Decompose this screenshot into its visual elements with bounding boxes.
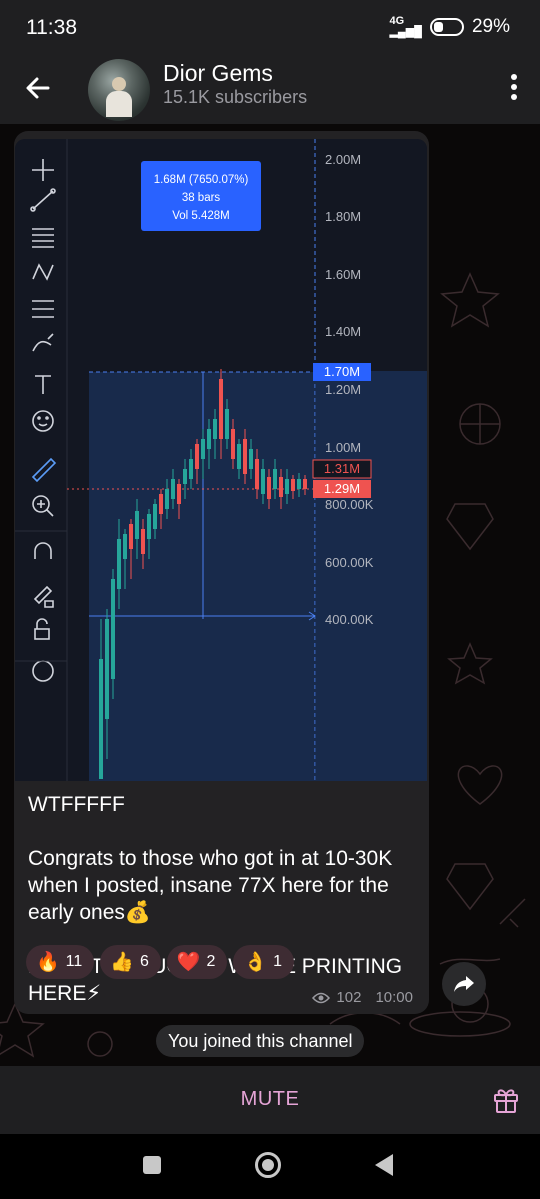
message-bubble[interactable]: 2.00M 1.80M 1.60M 1.40M 1.20M 1.00M 800.00K 600… <box>14 131 429 1014</box>
share-arrow-icon <box>454 976 474 992</box>
candle-body <box>153 504 157 529</box>
candle-body <box>273 469 277 489</box>
status-icons: 4G ▂▄▆█ 29% <box>389 16 510 38</box>
mute-button[interactable]: MUTE <box>0 1088 540 1111</box>
status-bar: 11:38 4G ▂▄▆█ 29% <box>0 0 540 56</box>
candle-body <box>237 444 241 469</box>
candle-body <box>159 494 163 514</box>
price-tick-label: 1.80M <box>325 209 361 224</box>
svg-text:1.29M: 1.29M <box>324 481 360 496</box>
price-tick-label: 1.00M <box>325 440 361 455</box>
price-tick-label: 1.20M <box>325 382 361 397</box>
reaction-count: 2 <box>206 953 216 970</box>
candle-body <box>219 379 223 439</box>
candle-body <box>171 479 175 499</box>
candle-body <box>165 489 169 509</box>
measure-tooltip: 1.68M (7650.07%) 38 bars Vol 5.428M <box>141 161 261 231</box>
heart-icon: ❤️ <box>176 952 201 973</box>
candle-body <box>213 419 217 439</box>
back-arrow-icon[interactable] <box>24 74 52 102</box>
bottom-bar: MUTE <box>0 1066 540 1134</box>
candle-body <box>135 511 139 539</box>
candle-body <box>255 459 259 489</box>
message-meta: 102 10:00 <box>312 989 413 1006</box>
candle-body <box>225 409 229 439</box>
chart-screenshot[interactable]: 2.00M 1.80M 1.60M 1.40M 1.20M 1.00M 800.00K 600… <box>15 139 427 781</box>
message-text: WTFFFFF Congrats to those who got in at … <box>28 793 403 1005</box>
candle-body <box>207 429 211 449</box>
price-tick-label: 2.00M <box>325 152 361 167</box>
candle-body <box>231 429 235 459</box>
service-message: You joined this channel <box>156 1025 365 1057</box>
reaction-thumbs-up[interactable]: 👍 6 <box>100 945 161 979</box>
candle-body <box>297 479 301 489</box>
system-back-button[interactable] <box>375 1154 393 1176</box>
reaction-count: 11 <box>65 953 83 970</box>
svg-text:38 bars: 38 bars <box>182 192 221 204</box>
reaction-ok-hand[interactable]: 👌 1 <box>233 945 295 979</box>
price-chart: 2.00M 1.80M 1.60M 1.40M 1.20M 1.00M 800.00K 600… <box>15 139 427 781</box>
network-icon: 4G ▂▄▆█ <box>389 15 422 38</box>
recents-button[interactable] <box>143 1156 161 1174</box>
candle-body <box>99 659 103 779</box>
svg-text:1.68M (7650.07%): 1.68M (7650.07%) <box>154 174 249 186</box>
more-options-icon[interactable] <box>510 74 518 104</box>
reaction-fire[interactable]: 🔥 11 <box>26 945 95 979</box>
price-tick-label: 800.00K <box>325 497 374 512</box>
reaction-count: 1 <box>273 953 283 970</box>
channel-avatar[interactable] <box>88 59 150 121</box>
candle-body <box>147 514 151 539</box>
candle-body <box>267 477 271 499</box>
price-tick-label: 1.60M <box>325 267 361 282</box>
candle-body <box>129 524 133 549</box>
reaction-heart[interactable]: ❤️ 2 <box>166 945 228 979</box>
status-time: 11:38 <box>26 16 77 39</box>
share-button[interactable] <box>442 962 486 1006</box>
candle-body <box>105 619 109 719</box>
eye-icon <box>312 992 331 1003</box>
reactions-row: 🔥 11 👍 6 ❤️ 2 👌 1 <box>26 945 295 979</box>
candle-body <box>123 534 127 559</box>
svg-text:1.31M: 1.31M <box>324 461 360 476</box>
svg-text:Vol 5.428M: Vol 5.428M <box>172 210 230 222</box>
candle-body <box>279 477 283 497</box>
candle-body <box>261 469 265 494</box>
candle-body <box>303 479 307 489</box>
channel-title[interactable]: Dior Gems <box>163 60 273 87</box>
candle-body <box>201 439 205 459</box>
candle-body <box>177 484 181 504</box>
candle-body <box>249 449 253 469</box>
ok-hand-icon: 👌 <box>243 952 268 973</box>
candle-body <box>111 579 115 679</box>
candle-body <box>183 469 187 484</box>
reaction-count: 6 <box>139 953 149 970</box>
subscriber-count: 15.1K subscribers <box>163 87 308 107</box>
thumbs-up-icon: 👍 <box>110 952 134 973</box>
candle-body <box>117 539 121 589</box>
chat-header: Dior Gems 15.1K subscribers <box>0 56 540 124</box>
price-tick-label: 600.00K <box>325 555 374 570</box>
candle-body <box>291 479 295 491</box>
candle-body <box>195 444 199 469</box>
system-nav-bar <box>0 1134 540 1199</box>
gift-icon[interactable] <box>492 1086 520 1114</box>
battery-percent: 29% <box>471 16 510 37</box>
view-count: 102 <box>336 989 362 1006</box>
message-time: 10:00 <box>375 989 413 1006</box>
price-tick-label: 1.40M <box>325 324 361 339</box>
svg-text:1.70M: 1.70M <box>324 364 360 379</box>
price-tick-label: 400.00K <box>325 612 374 627</box>
fire-icon: 🔥 <box>36 952 60 973</box>
home-button[interactable] <box>255 1152 281 1178</box>
candle-body <box>243 439 247 474</box>
candle-body <box>285 479 289 494</box>
battery-icon <box>429 18 464 36</box>
candle-body <box>189 459 193 479</box>
candle-body <box>141 529 145 554</box>
